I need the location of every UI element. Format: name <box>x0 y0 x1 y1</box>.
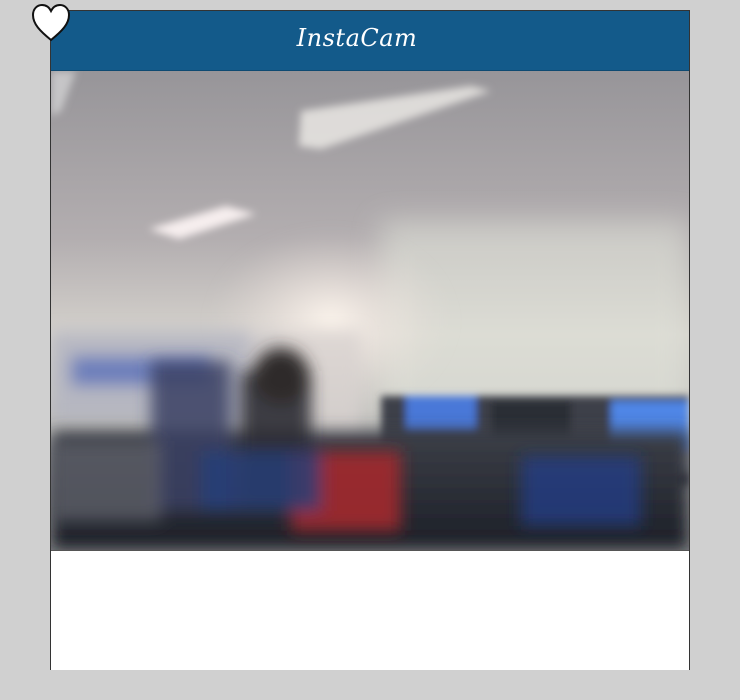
heart-outline-icon[interactable] <box>30 2 72 44</box>
caption-area[interactable] <box>51 550 689 670</box>
app-title: InstaCam <box>296 24 418 52</box>
photo-scene <box>51 71 689 550</box>
app-header: InstaCam <box>51 11 689 71</box>
camera-photo[interactable] <box>51 71 689 550</box>
instacam-card: InstaCam <box>50 10 690 670</box>
